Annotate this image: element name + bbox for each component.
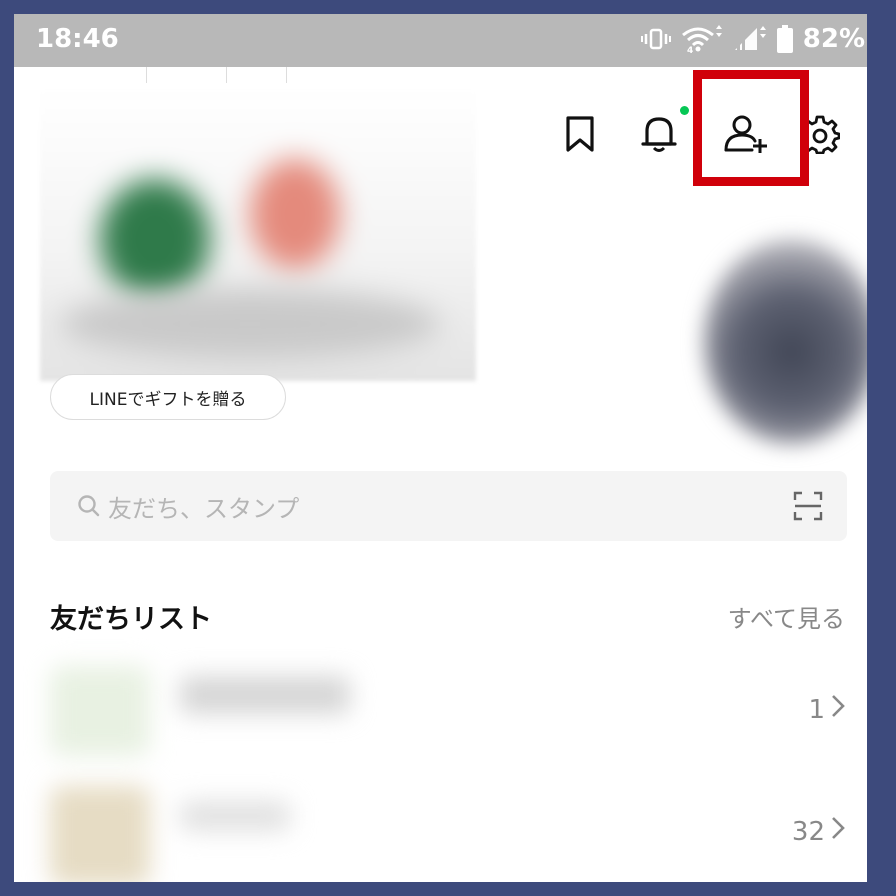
highlight-box [693,70,809,186]
row-count: 32 [792,816,845,847]
status-icons: 4 82% [640,24,865,54]
blurred-shape [100,179,210,299]
friend-group-row[interactable]: 32 [40,766,867,882]
status-bar: 18:46 4 82% [14,14,867,67]
notifications-button[interactable] [639,116,679,156]
blurred-row-content [40,646,380,756]
send-gift-button[interactable]: LINEでギフトを贈る [50,374,286,420]
wifi-icon: 4 [681,25,723,53]
blurred-shape [60,289,440,359]
bookmark-icon [563,115,597,157]
phone-screen: 18:46 4 82% LINEでギフトを贈る 友だち、スタンプ 友だちリスト … [14,14,867,882]
chevron-right-icon [831,816,845,847]
chevron-right-icon [831,694,845,725]
friend-group-row[interactable]: 1 [40,646,867,766]
profile-avatar[interactable] [704,239,867,444]
blurred-row-content [40,766,380,882]
notification-badge [680,106,689,115]
row-count: 1 [808,694,845,725]
svg-text:4: 4 [687,46,693,53]
friend-count: 1 [808,694,825,725]
battery-icon [776,25,793,53]
vibrate-icon [640,27,671,51]
search-bar[interactable]: 友だち、スタンプ [50,471,847,541]
bell-icon [641,114,677,158]
tab-divider [286,67,287,83]
friend-count: 32 [791,816,825,847]
tab-divider [226,67,227,83]
signal-icon [733,26,767,52]
friends-list-title: 友だちリスト [50,604,212,635]
search-icon [76,493,102,519]
bookmark-button[interactable] [560,116,600,156]
status-time: 18:46 [36,24,119,54]
search-placeholder: 友だち、スタンプ [108,494,300,523]
tab-divider [146,67,147,83]
battery-percent: 82% [802,24,865,54]
qr-scan-icon[interactable] [793,491,823,521]
see-all-link[interactable]: すべて見る [728,599,845,634]
